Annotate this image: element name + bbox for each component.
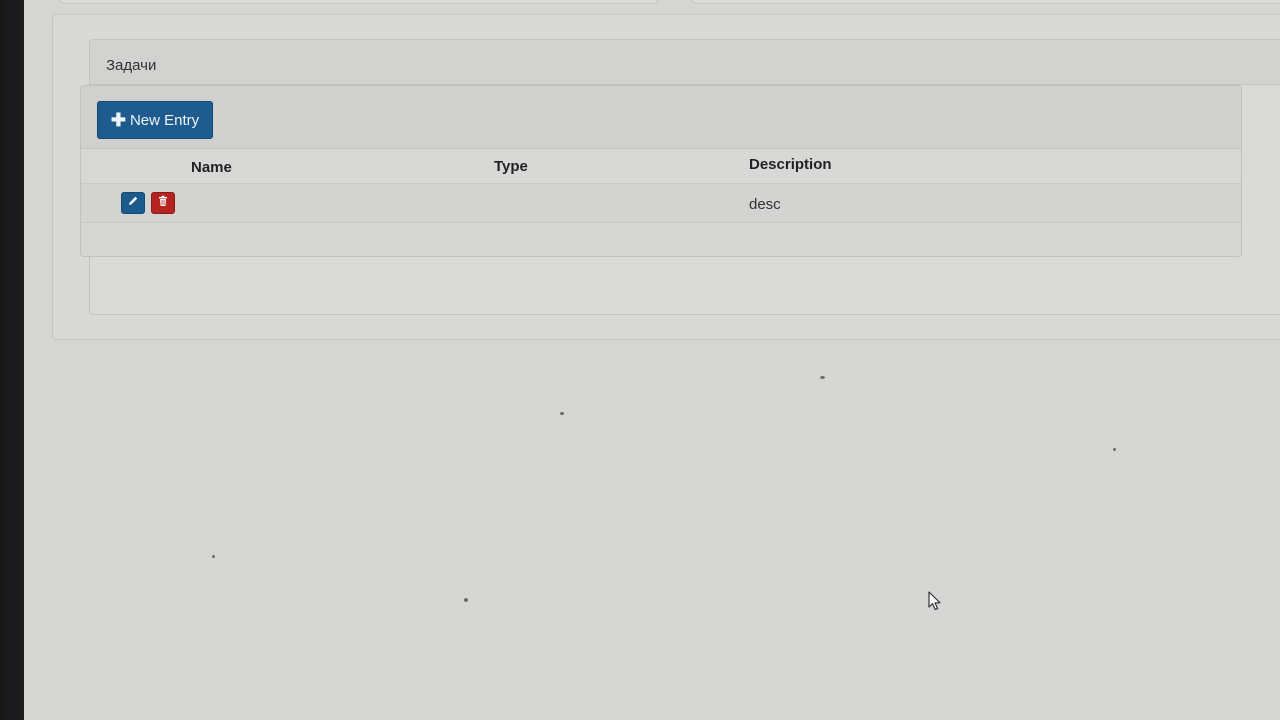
column-header-type[interactable]: Type <box>494 158 528 175</box>
table-row: desc <box>81 184 1241 223</box>
mouse-pointer-icon <box>928 591 942 616</box>
plus-icon: ✚ <box>110 110 126 130</box>
column-header-name[interactable]: Name <box>191 159 232 176</box>
grid-toolbar: ✚ New Entry <box>81 86 1241 149</box>
top-panel-right <box>692 0 1280 4</box>
pencil-icon <box>127 194 139 212</box>
tasks-panel-heading: Задачи <box>90 40 1280 85</box>
column-header-description[interactable]: Description <box>749 156 832 173</box>
trash-icon <box>157 194 169 212</box>
dust-speck <box>212 555 215 558</box>
dust-speck <box>1113 448 1116 451</box>
top-panel-left <box>60 0 658 4</box>
table-cell-description: desc <box>749 196 781 213</box>
tasks-panel-title: Задачи <box>106 57 157 74</box>
page: Задачи ✚ New Entry Name Type Description <box>24 0 1280 720</box>
edit-button[interactable] <box>121 192 145 214</box>
screen: Задачи ✚ New Entry Name Type Description <box>0 0 1280 720</box>
grid-footer <box>81 223 1241 255</box>
table-header-row: Name Type Description <box>81 149 1241 184</box>
dust-speck <box>560 412 564 415</box>
new-entry-label: New Entry <box>129 111 200 129</box>
delete-button[interactable] <box>151 192 175 214</box>
entries-grid: ✚ New Entry Name Type Description desc <box>80 85 1242 257</box>
new-entry-button[interactable]: ✚ New Entry <box>97 101 213 139</box>
dust-speck <box>820 376 825 379</box>
dust-speck <box>464 598 468 602</box>
